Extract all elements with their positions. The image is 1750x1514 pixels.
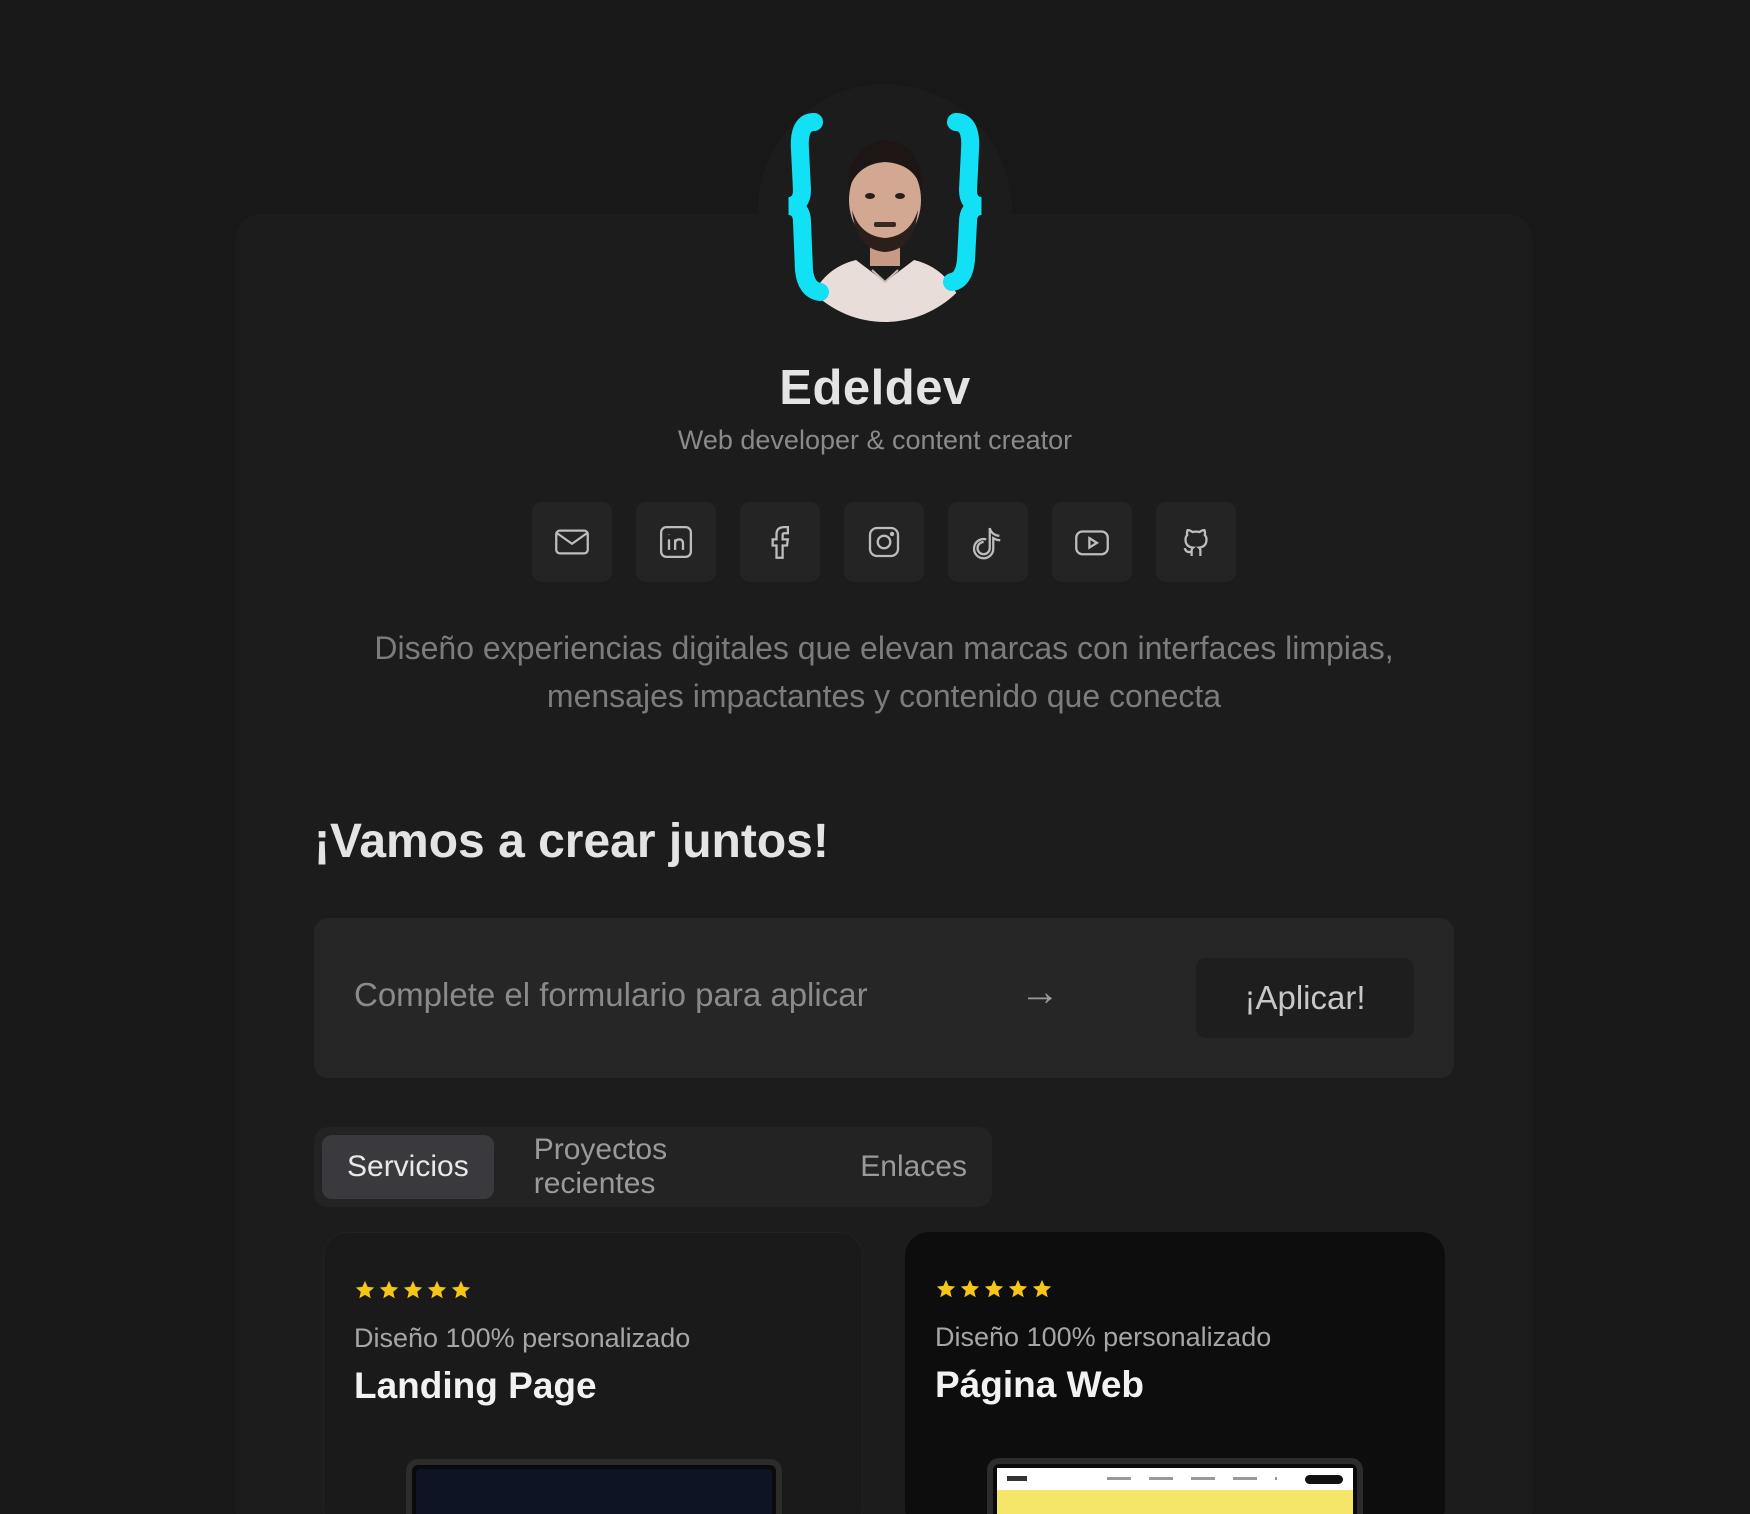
star-icon bbox=[936, 1279, 956, 1298]
service-title: Landing Page bbox=[354, 1365, 597, 1406]
youtube-icon bbox=[1075, 530, 1109, 556]
laptop-preview bbox=[406, 1459, 782, 1514]
tiktok-icon bbox=[972, 527, 1001, 560]
service-subtitle: Diseño 100% personalizado bbox=[935, 1322, 1272, 1352]
social-links bbox=[532, 502, 1236, 582]
apply-form-text: Complete el formulario para aplicar bbox=[354, 976, 868, 1013]
apply-button[interactable]: ¡Aplicar! bbox=[1196, 958, 1414, 1038]
instagram-icon bbox=[868, 526, 900, 558]
mail-icon bbox=[555, 529, 589, 555]
rating-stars bbox=[354, 1279, 472, 1301]
linkedin-icon bbox=[659, 525, 693, 559]
service-subtitle: Diseño 100% personalizado bbox=[354, 1323, 691, 1353]
avatar bbox=[784, 113, 986, 322]
profile-page: Edeldev Web developer & content creator bbox=[0, 0, 1750, 1514]
instagram-button[interactable] bbox=[844, 502, 924, 582]
tab-enlaces[interactable]: Enlaces bbox=[835, 1135, 992, 1199]
github-button[interactable] bbox=[1156, 502, 1236, 582]
service-card[interactable]: Diseño 100% personalizado Página Web bbox=[905, 1232, 1445, 1514]
service-title: Página Web bbox=[935, 1364, 1145, 1405]
tab-bar: Servicios Proyectos recientes Enlaces bbox=[314, 1127, 992, 1207]
profile-bio: Diseño experiencias digitales que elevan… bbox=[374, 630, 1394, 714]
star-icon bbox=[451, 1280, 471, 1299]
star-icon bbox=[960, 1279, 980, 1298]
youtube-button[interactable] bbox=[1052, 502, 1132, 582]
star-icon bbox=[355, 1280, 375, 1299]
facebook-button[interactable] bbox=[740, 502, 820, 582]
laptop-preview bbox=[987, 1458, 1363, 1514]
arrow-right-icon: → bbox=[1020, 970, 1060, 1014]
star-icon bbox=[379, 1280, 399, 1299]
profile-subtitle: Web developer & content creator bbox=[677, 425, 1073, 455]
star-icon bbox=[427, 1280, 447, 1299]
cta-heading: ¡Vamos a crear juntos! bbox=[314, 815, 829, 868]
apply-form-box[interactable]: Complete el formulario para aplicar → ¡A… bbox=[314, 918, 1454, 1078]
tab-proyectos-recientes[interactable]: Proyectos recientes bbox=[509, 1133, 821, 1200]
star-icon bbox=[984, 1279, 1004, 1298]
star-icon bbox=[403, 1280, 423, 1299]
star-icon bbox=[1032, 1279, 1052, 1298]
star-icon bbox=[1008, 1279, 1028, 1298]
mail-button[interactable] bbox=[532, 502, 612, 582]
linkedin-button[interactable] bbox=[636, 502, 716, 582]
rating-stars bbox=[935, 1278, 1053, 1300]
service-card[interactable]: Diseño 100% personalizado Landing Page bbox=[323, 1232, 863, 1514]
profile-name: Edeldev bbox=[779, 361, 971, 415]
tiktok-button[interactable] bbox=[948, 502, 1028, 582]
github-icon bbox=[1183, 528, 1208, 556]
facebook-icon bbox=[771, 525, 790, 559]
tab-servicios[interactable]: Servicios bbox=[322, 1135, 494, 1199]
